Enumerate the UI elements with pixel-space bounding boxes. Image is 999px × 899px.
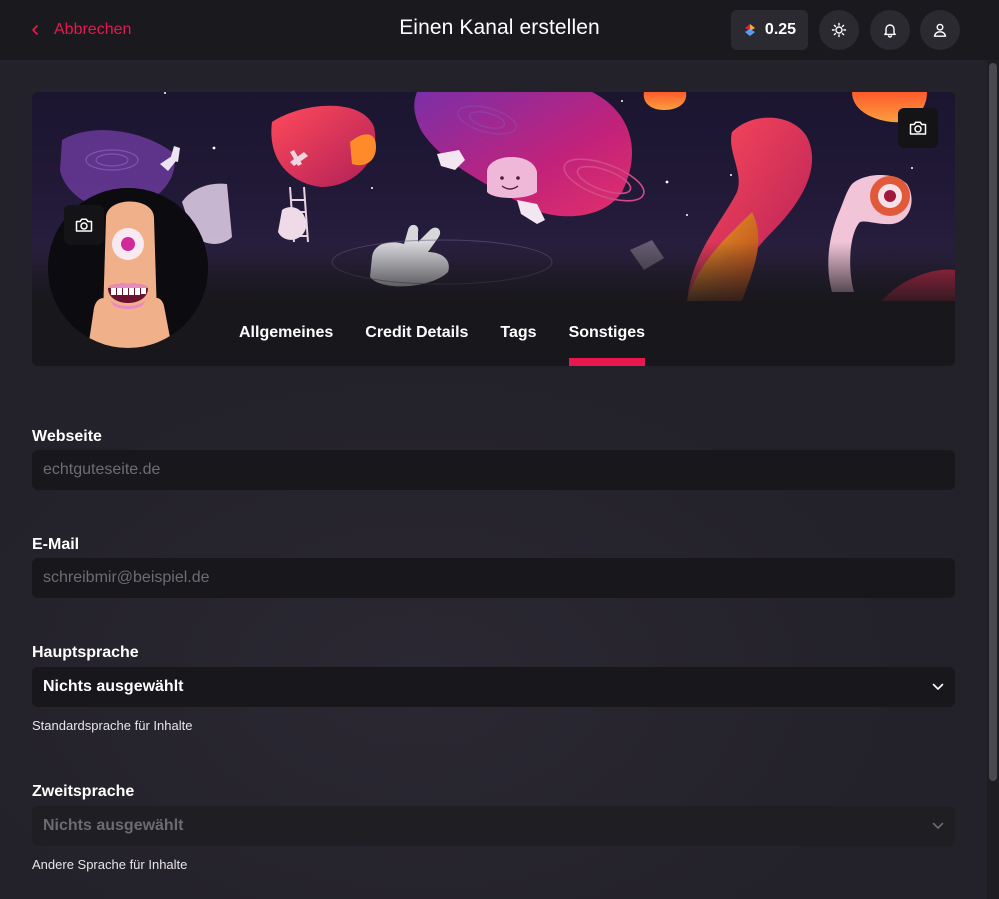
scrollbar-thumb[interactable] <box>989 63 997 781</box>
secondary-language-label: Zweitsprache <box>32 783 135 800</box>
channel-tabs: Allgemeines Credit Details Tags Sonstige… <box>239 315 646 366</box>
secondary-language-hint: Andere Sprache für Inhalte <box>32 857 188 872</box>
chevron-down-icon <box>932 822 944 829</box>
tab-sonstiges[interactable]: Sonstiges <box>568 315 646 366</box>
primary-language-value: Nichts ausgewählt <box>43 678 184 695</box>
camera-icon <box>75 218 93 232</box>
tab-credit-details[interactable]: Credit Details <box>365 315 468 366</box>
lbry-credits-icon <box>744 24 755 36</box>
email-input[interactable] <box>32 558 955 598</box>
notifications-button[interactable] <box>870 10 910 50</box>
primary-language-label: Hauptsprache <box>32 644 139 661</box>
cancel-button[interactable]: Abbrechen <box>30 19 131 41</box>
theme-toggle-button[interactable] <box>819 10 859 50</box>
sun-icon <box>831 22 847 38</box>
camera-icon <box>909 121 927 135</box>
chevron-left-icon <box>32 25 38 35</box>
secondary-language-value: Nichts ausgewählt <box>43 817 184 834</box>
cover-photo-upload-button[interactable] <box>898 108 938 148</box>
primary-language-hint: Standardsprache für Inhalte <box>32 718 193 733</box>
website-input[interactable] <box>32 450 955 490</box>
avatar-upload-button[interactable] <box>64 205 104 245</box>
website-label: Webseite <box>32 428 102 445</box>
email-label: E-Mail <box>32 536 80 553</box>
credits-balance-button[interactable]: 0.25 <box>731 10 808 50</box>
tab-tags[interactable]: Tags <box>500 315 536 366</box>
secondary-language-select[interactable]: Nichts ausgewählt <box>32 806 955 846</box>
account-button[interactable] <box>920 10 960 50</box>
user-icon <box>933 23 947 37</box>
cancel-label: Abbrechen <box>54 21 132 38</box>
chevron-down-icon <box>932 683 944 690</box>
channel-header-card: Allgemeines Credit Details Tags Sonstige… <box>32 92 955 366</box>
bell-icon <box>884 24 896 38</box>
tab-allgemeines[interactable]: Allgemeines <box>239 315 333 366</box>
top-header: Abbrechen Einen Kanal erstellen 0.25 <box>0 0 999 60</box>
page-scrollbar[interactable] <box>987 60 999 899</box>
primary-language-select[interactable]: Nichts ausgewählt <box>32 667 955 707</box>
credits-value: 0.25 <box>764 21 797 38</box>
